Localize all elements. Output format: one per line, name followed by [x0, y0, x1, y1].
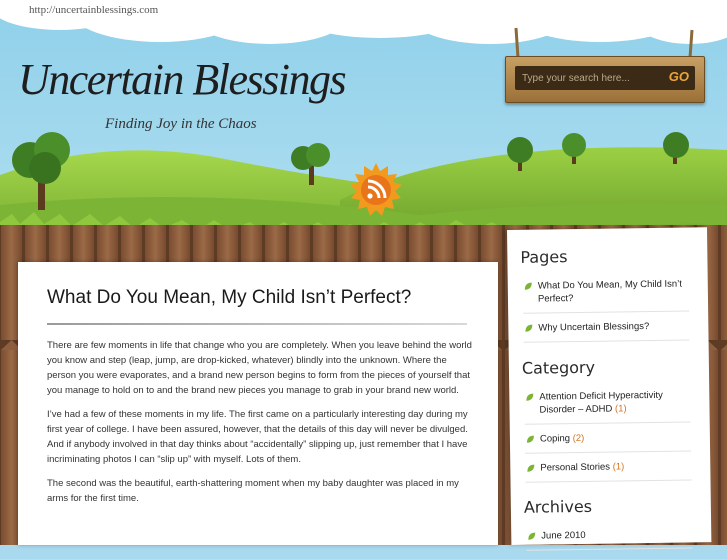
post-paragraph: There are few moments in life that chang… [47, 340, 472, 396]
title-divider [47, 323, 467, 325]
search-input[interactable] [519, 69, 665, 87]
rss-feed-link[interactable] [346, 162, 406, 223]
archives-heading: Archives [523, 496, 593, 517]
post-body: There are few moments in life that chang… [47, 338, 477, 515]
list-item[interactable]: Personal Stories (1) [525, 459, 692, 483]
leaf-icon [527, 464, 535, 472]
archives-list: June 2010 [526, 527, 693, 558]
pages-list: What Do You Mean, My Child Isn’t Perfect… [522, 277, 690, 350]
post-paragraph: The second was the beautiful, earth-shat… [47, 478, 459, 504]
page-url: http://uncertainblessings.com [29, 4, 159, 16]
category-label: Coping [539, 433, 571, 445]
list-item[interactable]: June 2010 [526, 527, 693, 551]
category-list: Attention Deficit Hyperactivity Disorder… [524, 388, 692, 490]
post-paragraph: I’ve had a few of these moments in my li… [47, 409, 468, 465]
category-label: Attention Deficit Hyperactivity Disorder… [539, 389, 663, 416]
post-content: What Do You Mean, My Child Isn’t Perfect… [18, 262, 498, 545]
archive-label: June 2010 [541, 529, 586, 542]
leaf-icon [526, 435, 534, 443]
leaf-icon [528, 532, 536, 540]
category-count: (2) [572, 432, 585, 445]
leaf-icon [525, 324, 533, 332]
search-sign: GO [505, 56, 705, 103]
page-link-label: Why Uncertain Blessings? [538, 321, 650, 334]
category-label: Personal Stories [540, 461, 611, 474]
category-heading: Category [521, 357, 596, 378]
search-box: GO [515, 66, 695, 90]
search-go-button[interactable]: GO [669, 69, 689, 84]
list-item[interactable]: What Do You Mean, My Child Isn’t Perfect… [522, 277, 690, 314]
page-link-label: What Do You Mean, My Child Isn’t Perfect… [537, 278, 683, 305]
list-item[interactable]: Why Uncertain Blessings? [523, 319, 690, 343]
rss-icon [350, 163, 402, 216]
list-item[interactable]: Coping (2) [524, 430, 692, 454]
site-tagline: Finding Joy in the Chaos [105, 116, 257, 132]
site-title[interactable]: Uncertain Blessings [18, 58, 347, 102]
post-title[interactable]: What Do You Mean, My Child Isn’t Perfect… [47, 287, 411, 309]
list-item[interactable]: Attention Deficit Hyperactivity Disorder… [524, 388, 691, 425]
category-count: (1) [614, 403, 627, 415]
pages-heading: Pages [520, 247, 568, 267]
sidebar: Pages What Do You Mean, My Child Isn’t P… [507, 227, 712, 551]
category-count: (1) [612, 461, 625, 473]
leaf-icon [526, 393, 534, 401]
leaf-icon [524, 282, 532, 290]
